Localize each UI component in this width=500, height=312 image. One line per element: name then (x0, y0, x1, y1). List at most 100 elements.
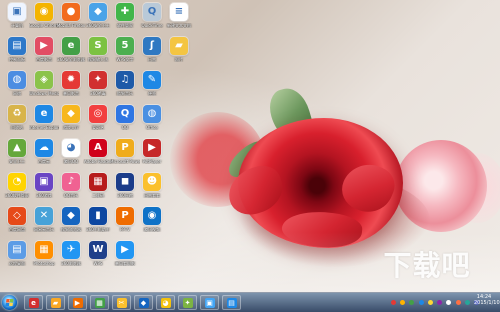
browser-360-icon: ✈ (62, 241, 80, 259)
desktop-shortcut[interactable]: ◈ Windows Media Center (29, 71, 59, 102)
cloud-icon: ☁ (35, 139, 53, 157)
desktop-shortcut[interactable]: ◔ 360软件管家 (3, 173, 31, 204)
desktop-shortcut[interactable]: ☁ 百度云 (30, 139, 58, 170)
desktop-shortcut-label: Office (146, 125, 158, 130)
desktop-shortcut[interactable]: A Adobe Reader (84, 139, 112, 170)
desktop-shortcut[interactable]: ▶ 暴风看电影 (111, 241, 139, 272)
taskbar-item[interactable]: ▶ (68, 295, 87, 310)
desktop-shortcut[interactable]: ▰ 照片 (165, 37, 193, 68)
taskbar-window-icon: ▣ (204, 297, 215, 308)
desktop-shortcut-label: 迅雷 (148, 57, 156, 62)
desktop-shortcut[interactable]: P Microsoft PowerPoint (110, 139, 140, 170)
desktop-shortcut[interactable]: ▲ 安全卫士 (3, 139, 31, 170)
desktop-shortcut[interactable]: ▣ 360游戏 (30, 173, 58, 204)
desktop-shortcut-label: 安全卫士 (9, 159, 25, 164)
desktop-shortcut-label: 暴风影音 (63, 91, 79, 96)
desktop-shortcut[interactable]: ▦ Photoshop (30, 241, 58, 272)
desktop-shortcut[interactable]: ☻ 迅雷看看 (138, 173, 166, 204)
desktop-shortcut-label: 360安全浏览器 (57, 57, 85, 62)
desktop-shortcut[interactable]: ◉ Google Chrome (29, 3, 59, 34)
desktop-shortcut[interactable]: Q QuickTime (138, 3, 166, 34)
desktop-shortcut[interactable]: ✦ 360杀毒 (84, 71, 112, 102)
input-method-icon: S (89, 37, 107, 55)
desktop-shortcut-label: 爱奇艺 (92, 125, 104, 130)
windows-desktop: ▣ 计算机 ◉ Google Chrome ● Mozilla Firefox ◆ 360安全… (0, 0, 500, 312)
clock-date: 2015/1/10 (474, 300, 500, 306)
desktop-shortcut[interactable]: ◍ 网络 (3, 71, 31, 102)
player-icon: ▶ (143, 139, 161, 157)
desktop-shortcut-label: 照片 (175, 57, 183, 62)
desktop-shortcut[interactable]: ◉ 腾讯视频 (138, 207, 166, 238)
system-clock[interactable]: 14:24 2015/1/10 (474, 294, 500, 311)
security-icon: ▲ (8, 139, 26, 157)
taskbar-item[interactable]: ◆ (134, 295, 153, 310)
desktop-shortcut[interactable]: ◇ 百度网盘 (3, 207, 31, 238)
desktop-shortcut-label: 计算机 (11, 23, 23, 28)
taskbar-item[interactable]: ▰ (46, 295, 65, 310)
desktop-shortcut[interactable]: ✚ 软件管家 (111, 3, 139, 34)
tray-icon[interactable] (446, 300, 452, 305)
desktop-shortcut-label: 搜狗输入法 (88, 57, 108, 62)
desktop-shortcut-label: 腾讯视频 (144, 227, 160, 232)
tray-icon[interactable] (437, 300, 443, 305)
desktop-shortcut[interactable]: ◕ 腾讯QQ (57, 139, 85, 170)
desktop-shortcut[interactable]: ▤ 控制面板 (3, 37, 31, 68)
taskbar-game-icon: ◆ (138, 297, 149, 308)
desktop-shortcut[interactable]: ʃ 迅雷 (138, 37, 166, 68)
taskbar-item[interactable]: e (24, 295, 43, 310)
tray-icon[interactable] (464, 300, 470, 305)
desktop-shortcut[interactable]: ♻ 回收站 (3, 105, 31, 136)
desktop-shortcut[interactable]: ▣ 计算机 (3, 3, 31, 34)
desktop-shortcut-label: Internet Explorer (29, 125, 59, 130)
desktop-shortcut[interactable]: ▶ 百度影音 (30, 37, 58, 68)
storm-player-icon: ✹ (62, 71, 80, 89)
desktop-shortcut[interactable]: ◆ 360安全卫士 (84, 3, 112, 34)
desktop-shortcut[interactable]: ♪ QQ音乐 (57, 173, 85, 204)
taskbar-item[interactable]: ▣ (200, 295, 219, 310)
desktop-shortcut-label: 360浏览器 (61, 261, 81, 266)
qq-icon: Q (116, 105, 134, 123)
desktop-shortcut[interactable]: ✈ 360浏览器 (57, 241, 85, 272)
taskbar-item[interactable]: ✂ (112, 295, 131, 310)
desktop-shortcut[interactable]: ▮ 360手机助手 (84, 207, 112, 238)
desktop-shortcut-label: 酷狗音乐 (117, 91, 133, 96)
desktop-shortcut[interactable]: ◍ Office (138, 105, 166, 136)
desktop-shortcut[interactable]: ✹ 暴风影音 (57, 71, 85, 102)
tray-icon[interactable] (427, 300, 433, 305)
desktop-shortcut[interactable]: ▦ 二维码 (84, 173, 112, 204)
tray-icon[interactable] (409, 300, 415, 305)
taskbar-item[interactable]: ◕ (156, 295, 175, 310)
desktop-shortcut[interactable]: ✕ 网易云音乐 (30, 207, 58, 238)
desktop-shortcut[interactable]: W WPS (84, 241, 112, 272)
desktop-shortcut[interactable]: ✎ 便签 (138, 71, 166, 102)
tray-icon[interactable] (391, 300, 396, 305)
tray-icon[interactable] (455, 300, 461, 305)
desktop-shortcut[interactable]: ♫ 酷狗音乐 (111, 71, 139, 102)
desktop-shortcut[interactable]: ◼ 360压缩 (111, 173, 139, 204)
shield-icon: ◆ (89, 3, 107, 21)
desktop-shortcut[interactable]: ◎ 爱奇艺 (84, 105, 112, 136)
desktop-shortcut[interactable]: e 360安全浏览器 (57, 37, 85, 68)
desktop-shortcut[interactable]: 5 WPS文字 (111, 37, 139, 68)
desktop-shortcut[interactable]: Q QQ (111, 105, 139, 136)
desktop-shortcut[interactable]: e Internet Explorer (29, 105, 59, 136)
desktop-shortcut[interactable]: ▤ 远程桌面 (3, 241, 31, 272)
desktop-shortcut[interactable]: ≡ 新建文本文档 (165, 3, 193, 34)
taskbar-item[interactable]: ▦ (90, 295, 109, 310)
powerpoint-icon: P (116, 139, 134, 157)
desktop-shortcut[interactable]: ▶ PotPlayer (138, 139, 166, 170)
tray-icon[interactable] (418, 300, 424, 305)
desktop-shortcut-label: 二维码 (92, 193, 104, 198)
desktop-shortcut[interactable]: P PPTV (111, 207, 139, 238)
desktop-shortcut[interactable]: ● Mozilla Firefox (57, 3, 85, 34)
antivirus-icon: ✦ (89, 71, 107, 89)
desktop-shortcut[interactable]: ◆ 搜狗浏览器 (57, 207, 85, 238)
desktop-shortcut[interactable]: S 搜狗输入法 (84, 37, 112, 68)
desktop-shortcut-label: Photoshop (33, 261, 55, 266)
start-button[interactable] (2, 295, 17, 310)
desktop-shortcut[interactable]: ◆ 游戏大厅 (57, 105, 85, 136)
taskbar-snip-icon: ✂ (116, 297, 127, 308)
taskbar-item[interactable]: ✦ (178, 295, 197, 310)
tray-icon[interactable] (400, 300, 406, 305)
taskbar-item[interactable]: ▤ (222, 295, 241, 310)
